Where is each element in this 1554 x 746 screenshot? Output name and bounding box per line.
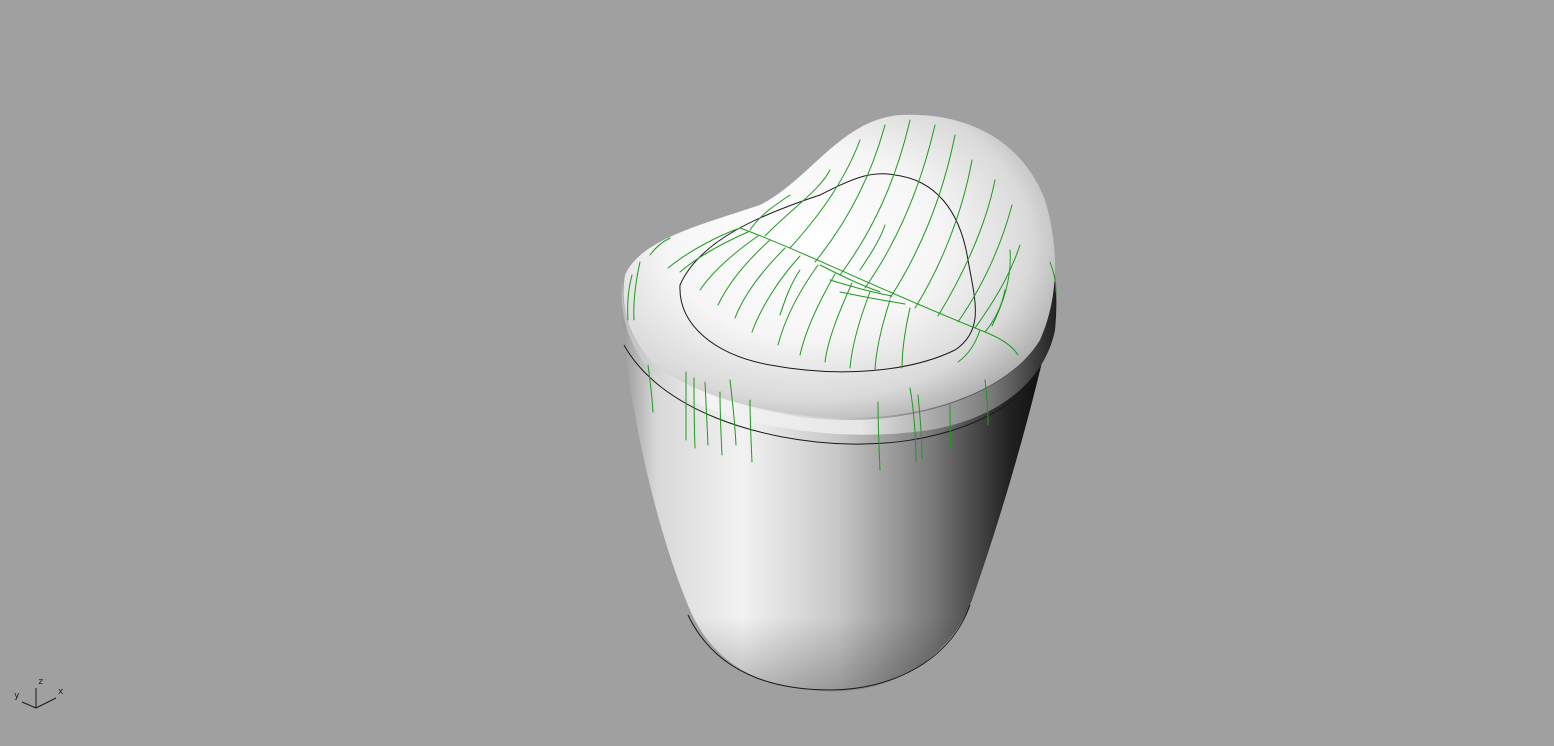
3d-viewport[interactable]: y z x	[0, 0, 1554, 746]
world-axes-icon: y z x	[8, 674, 72, 714]
axis-label-z: z	[38, 677, 44, 687]
stool-model[interactable]	[0, 0, 1554, 746]
axis-label-x: x	[58, 687, 64, 697]
axis-label-y: y	[14, 691, 20, 701]
